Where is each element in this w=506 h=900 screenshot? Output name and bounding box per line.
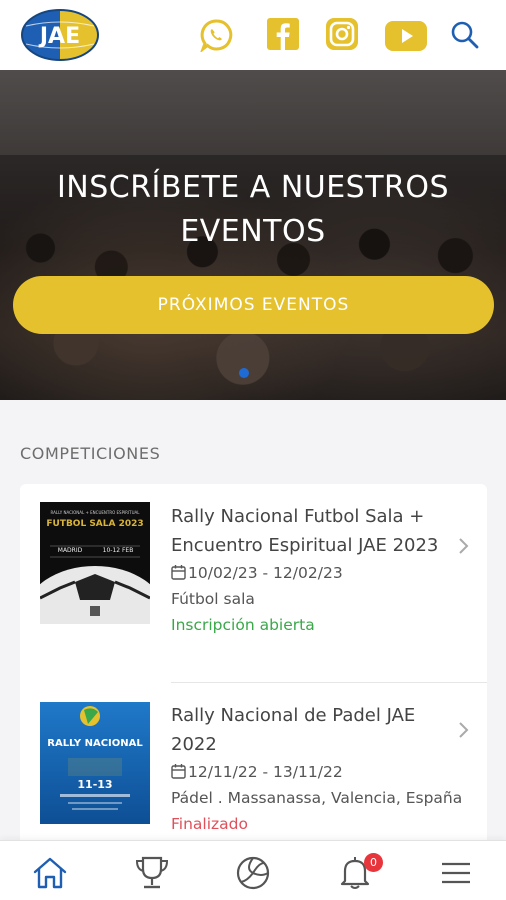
competition-category: Fútbol sala (171, 590, 255, 608)
competition-item[interactable]: RALLY NACIONAL 11-13 Rally Nacional de P… (20, 684, 487, 844)
poster-dates: 11-13 (77, 778, 112, 791)
app-header: JAE (0, 0, 506, 70)
divider (171, 682, 487, 683)
competition-title: Rally Nacional de Padel JAE 2022 (171, 705, 416, 755)
logo-text: JAE (38, 24, 80, 49)
facebook-icon[interactable] (266, 17, 300, 51)
notification-badge: 0 (364, 853, 383, 872)
nav-sports[interactable] (233, 853, 273, 893)
competition-dates-text: 12/11/22 - 13/11/22 (188, 763, 343, 781)
competition-title: Rally Nacional Futbol Sala + Encuentro E… (171, 506, 439, 556)
poster-dates: 10-12 FEB (103, 547, 134, 554)
volleyball-icon (236, 856, 270, 890)
poster-headline: RALLY NACIONAL (47, 738, 143, 749)
hero-title: INSCRÍBETE A NUESTROS EVENTOS (0, 166, 506, 254)
competition-dates-text: 10/02/23 - 12/02/23 (188, 564, 343, 582)
bottom-navigation (0, 840, 506, 900)
nav-home[interactable] (30, 853, 70, 893)
youtube-icon[interactable] (384, 20, 428, 52)
poster-place: MADRID (58, 547, 83, 554)
competitions-list: RALLY NACIONAL + ENCUENTRO ESPIRITUAL FU… (20, 484, 487, 844)
competition-dates: 10/02/23 - 12/02/23 (171, 560, 461, 586)
chevron-right-icon[interactable] (456, 720, 470, 740)
carousel-indicator-dot[interactable] (239, 368, 249, 378)
nav-menu[interactable] (436, 853, 476, 893)
hero-banner[interactable]: INSCRÍBETE A NUESTROS EVENTOS PRÓXIMOS E… (0, 70, 506, 400)
poster-small-text: RALLY NACIONAL + ENCUENTRO ESPIRITUAL (51, 510, 141, 515)
trophy-icon (135, 856, 169, 889)
upcoming-events-button[interactable]: PRÓXIMOS EVENTOS (13, 276, 494, 334)
competition-dates: 12/11/22 - 13/11/22 (171, 759, 461, 785)
competition-item[interactable]: RALLY NACIONAL + ENCUENTRO ESPIRITUAL FU… (20, 484, 487, 684)
poster-headline: FUTBOL SALA 2023 (46, 519, 143, 529)
competition-poster-futsal: RALLY NACIONAL + ENCUENTRO ESPIRITUAL FU… (40, 502, 150, 624)
calendar-icon (171, 565, 186, 580)
section-title: COMPETICIONES (20, 444, 161, 463)
home-icon (33, 857, 67, 889)
menu-icon (442, 862, 470, 884)
search-icon[interactable] (450, 20, 480, 50)
competition-poster-padel: RALLY NACIONAL 11-13 (40, 702, 150, 824)
nav-competitions[interactable] (132, 853, 172, 893)
competition-status: Finalizado (171, 815, 248, 833)
instagram-icon[interactable] (325, 17, 359, 51)
chevron-right-icon[interactable] (456, 536, 470, 556)
jae-logo[interactable]: JAE (20, 8, 100, 62)
competition-status: Inscripción abierta (171, 616, 315, 634)
whatsapp-icon[interactable] (200, 18, 234, 52)
hero-title-text: INSCRÍBETE A NUESTROS EVENTOS (56, 170, 450, 249)
upcoming-events-label: PRÓXIMOS EVENTOS (157, 295, 350, 315)
competition-info: Rally Nacional Futbol Sala + Encuentro E… (171, 502, 461, 638)
competition-category: Pádel . Massanassa, Valencia, España (171, 789, 463, 807)
calendar-icon (171, 764, 186, 779)
competition-info: Rally Nacional de Padel JAE 2022 12/11/2… (171, 701, 462, 837)
